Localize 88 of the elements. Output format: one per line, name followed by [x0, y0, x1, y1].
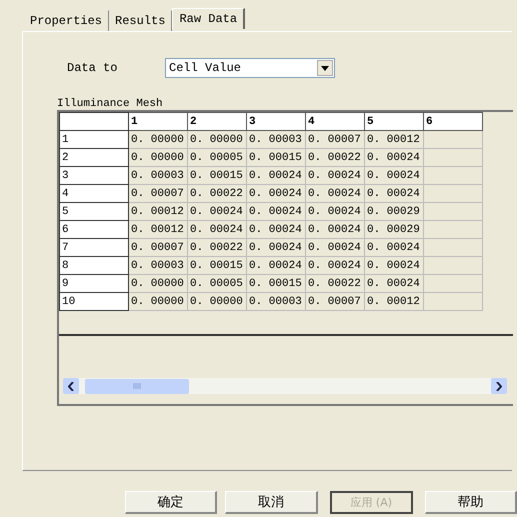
- row-header: 3: [60, 166, 128, 184]
- dialog-button[interactable]: 取消: [225, 491, 318, 514]
- table-cell: 0. 00015: [188, 256, 246, 274]
- table-cell: 0. 00007: [306, 292, 364, 310]
- column-header: 4: [306, 112, 364, 130]
- table-cell: 0. 00024: [306, 220, 364, 238]
- table-cell: 0. 00012: [364, 130, 424, 148]
- table-cell: 0. 00012: [364, 292, 424, 310]
- row-header: 4: [60, 184, 128, 202]
- table-cell: 0. 00003: [128, 256, 188, 274]
- table-cell: 0. 00015: [188, 166, 246, 184]
- table-cell: 0. 00000: [128, 274, 188, 292]
- row-header: 8: [60, 256, 128, 274]
- table-cell: 0. 00024: [306, 166, 364, 184]
- table-cell: 0. 00007: [128, 238, 188, 256]
- table-cell: 0. 00003: [128, 166, 188, 184]
- table-cell: 0. 00024: [364, 256, 424, 274]
- table-cell: 0. 00024: [364, 274, 424, 292]
- table-cell: [424, 256, 482, 274]
- table-cell: 0. 00007: [306, 130, 364, 148]
- table-cell: 0. 00000: [128, 292, 188, 310]
- table-cell: 0. 00000: [188, 292, 246, 310]
- table-cell: 0. 00024: [364, 166, 424, 184]
- table-cell: 0. 00015: [246, 148, 306, 166]
- column-header: 6: [424, 112, 482, 130]
- column-header: 1: [128, 112, 188, 130]
- row-header: 9: [60, 274, 128, 292]
- table-cell: 0. 00024: [364, 238, 424, 256]
- data-to-dropdown[interactable]: Cell Value: [165, 58, 335, 78]
- table-cell: 0. 00024: [246, 166, 306, 184]
- table-cell: 0. 00005: [188, 274, 246, 292]
- table-cell: 0. 00007: [128, 184, 188, 202]
- scroll-right-icon[interactable]: [491, 378, 507, 394]
- table-cell: 0. 00000: [128, 130, 188, 148]
- table-cell: 0. 00022: [188, 238, 246, 256]
- table-cell: [424, 274, 482, 292]
- table-cell: [424, 130, 482, 148]
- scroll-thumb[interactable]: [85, 378, 189, 394]
- table-cell: 0. 00024: [246, 220, 306, 238]
- table-cell: [424, 238, 482, 256]
- table-cell: 0. 00024: [246, 202, 306, 220]
- table-cell: 0. 00024: [306, 202, 364, 220]
- grid-title: Illuminance Mesh: [57, 98, 164, 110]
- column-header: 5: [364, 112, 424, 130]
- table-cell: 0. 00024: [306, 256, 364, 274]
- table-cell: 0. 00024: [306, 184, 364, 202]
- corner-cell: [60, 112, 128, 130]
- row-header: 7: [60, 238, 128, 256]
- row-header: 10: [60, 292, 128, 310]
- table-cell: [424, 292, 482, 310]
- table-cell: 0. 00022: [188, 184, 246, 202]
- row-header: 2: [60, 148, 128, 166]
- table-cell: 0. 00024: [246, 238, 306, 256]
- tab[interactable]: Raw Data: [172, 8, 246, 29]
- row-header: 1: [60, 130, 128, 148]
- table-cell: 0. 00024: [246, 184, 306, 202]
- table-cell: 0. 00000: [128, 148, 188, 166]
- table-cell: 0. 00022: [306, 274, 364, 292]
- table-cell: 0. 00015: [246, 274, 306, 292]
- table-cell: [424, 184, 482, 202]
- column-header: 3: [246, 112, 306, 130]
- table-cell: 0. 00024: [364, 148, 424, 166]
- table-cell: 0. 00024: [188, 202, 246, 220]
- table-cell: 0. 00012: [128, 202, 188, 220]
- table-cell: 0. 00024: [364, 184, 424, 202]
- table-cell: [424, 220, 482, 238]
- dialog-button[interactable]: 确定: [125, 491, 218, 514]
- table-cell: 0. 00003: [246, 292, 306, 310]
- row-header: 6: [60, 220, 128, 238]
- column-header: 2: [188, 112, 246, 130]
- table-cell: 0. 00024: [188, 220, 246, 238]
- table-cell: [424, 166, 482, 184]
- table-cell: 0. 00024: [306, 238, 364, 256]
- table-cell: 0. 00003: [246, 130, 306, 148]
- field-label: Data to: [67, 61, 118, 75]
- table-cell: [424, 148, 482, 166]
- dialog-button[interactable]: 帮助: [424, 491, 517, 514]
- table-cell: 0. 00012: [128, 220, 188, 238]
- horizontal-scrollbar[interactable]: [63, 378, 507, 394]
- table-cell: 0. 00024: [246, 256, 306, 274]
- row-header: 5: [60, 202, 128, 220]
- table-cell: [424, 202, 482, 220]
- table-cell: 0. 00000: [188, 130, 246, 148]
- table-cell: 0. 00029: [364, 220, 424, 238]
- table-cell: 0. 00005: [188, 148, 246, 166]
- table-cell: 0. 00029: [364, 202, 424, 220]
- table-cell: 0. 00022: [306, 148, 364, 166]
- scroll-left-icon[interactable]: [63, 378, 79, 394]
